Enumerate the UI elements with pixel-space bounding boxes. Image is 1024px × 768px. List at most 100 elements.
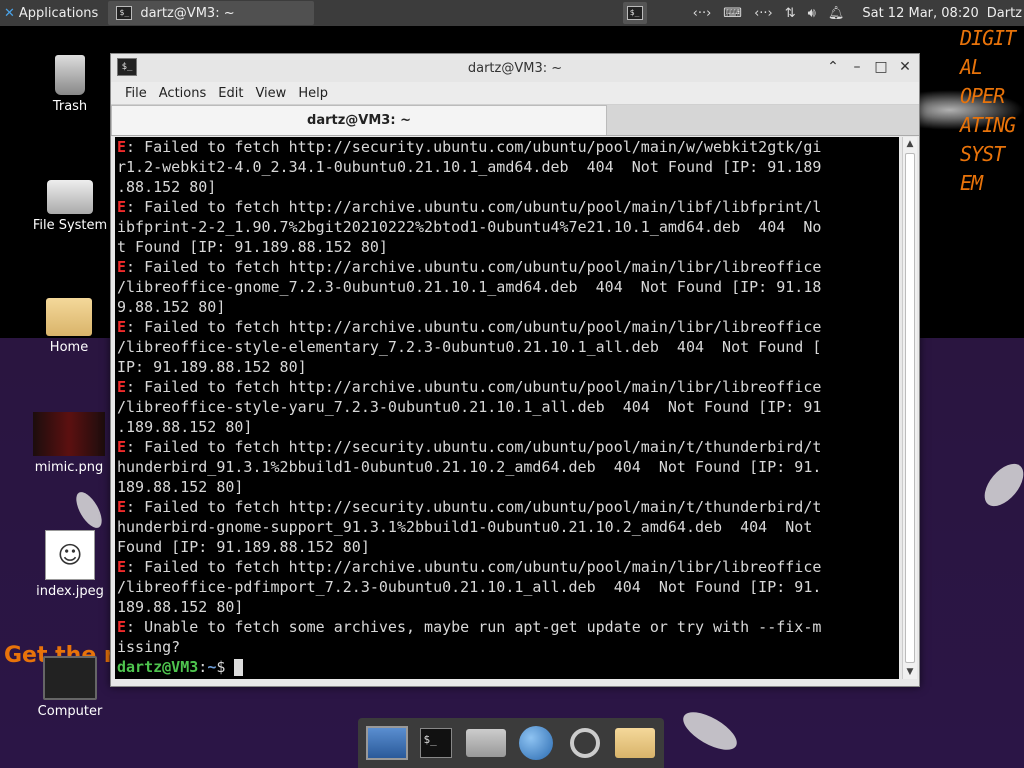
terminal-line: .189.88.152 80] xyxy=(117,417,897,437)
terminal-line-text: : Failed to fetch http://security.ubuntu… xyxy=(126,498,822,516)
terminal-line: E: Failed to fetch http://archive.ubuntu… xyxy=(117,377,897,397)
tab-bar: dartz@VM3: ~ xyxy=(111,105,919,136)
prompt-user: dartz@VM3 xyxy=(117,658,199,676)
terminal-line-text: /libreoffice-pdfimport_7.2.3-0ubuntu0.21… xyxy=(117,578,822,596)
close-button[interactable]: ✕ xyxy=(897,58,913,76)
minimize-button[interactable]: – xyxy=(849,58,865,76)
wallpaper-text: DIGIT AL OPER ATING SYST EM xyxy=(960,26,1016,195)
terminal-line-text: : Failed to fetch http://archive.ubuntu.… xyxy=(126,558,822,576)
terminal-launcher-button[interactable]: $_ xyxy=(622,2,647,24)
wallpaper-feather xyxy=(71,488,107,532)
terminal-line-text: r1.2-webkit2-4.0_2.34.1-0ubuntu0.21.10.1… xyxy=(117,158,822,176)
volume-icon[interactable]: 🔊︎ xyxy=(802,0,822,26)
error-marker: E xyxy=(117,498,127,516)
menu-file[interactable]: File xyxy=(119,86,153,101)
error-marker: E xyxy=(117,438,127,456)
home-folder-icon xyxy=(46,298,92,336)
terminal-icon: $_ xyxy=(626,6,643,20)
web-browser-icon xyxy=(518,726,553,760)
terminal-line-text: issing? xyxy=(117,638,181,656)
menu-view[interactable]: View xyxy=(249,86,292,101)
tab-terminal[interactable]: dartz@VM3: ~ xyxy=(111,105,607,135)
terminal-icon: $_ xyxy=(117,58,137,76)
terminal-line-text: : Failed to fetch http://security.ubuntu… xyxy=(126,438,822,456)
terminal-line: .88.152 80] xyxy=(117,177,897,197)
terminal-line-text: IP: 91.189.88.152 80] xyxy=(117,358,307,376)
desktop-icon-computer[interactable]: Computer xyxy=(25,656,115,719)
home-folder-icon xyxy=(466,729,507,757)
network-wired-icon[interactable]: ‹··› xyxy=(748,0,779,26)
folder-icon xyxy=(615,728,656,758)
dock: $_ xyxy=(358,718,664,768)
terminal-line: r1.2-webkit2-4.0_2.34.1-0ubuntu0.21.10.1… xyxy=(117,157,897,177)
clock[interactable]: Sat 12 Mar, 08:20 xyxy=(850,6,986,21)
terminal-line: IP: 91.189.88.152 80] xyxy=(117,357,897,377)
terminal-line-text: ibfprint-2-2_1.90.7%2bgit20210222%2btod1… xyxy=(117,218,822,236)
terminal-line: issing? xyxy=(117,637,897,657)
dock-item-web-browser[interactable] xyxy=(515,724,557,762)
terminal-line: /libreoffice-gnome_7.2.3-0ubuntu0.21.10.… xyxy=(117,277,897,297)
menu-actions[interactable]: Actions xyxy=(153,86,213,101)
terminal-line-text: hunderbird_91.3.1%2bbuild1-0ubuntu0.21.1… xyxy=(117,458,822,476)
terminal-line-text: .189.88.152 80] xyxy=(117,418,253,436)
terminal-line-text: 189.88.152 80] xyxy=(117,478,244,496)
scroll-down-arrow-icon[interactable]: ▼ xyxy=(903,665,917,679)
menu-help[interactable]: Help xyxy=(292,86,334,101)
screen-icon xyxy=(365,726,408,760)
xfce-logo-icon: ✕ xyxy=(4,5,15,21)
error-marker: E xyxy=(117,378,127,396)
window-title: dartz@VM3: ~ xyxy=(467,60,563,76)
terminal-line: /libreoffice-style-elementary_7.2.3-0ubu… xyxy=(117,337,897,357)
desktop-icon-mimic-png[interactable]: mimic.png xyxy=(24,412,114,475)
desktop-icon-index-jpeg[interactable]: ☺ index.jpeg xyxy=(25,530,115,599)
desktop-icon-label: Computer xyxy=(37,704,103,719)
terminal-line-text: : Unable to fetch some archives, maybe r… xyxy=(126,618,822,636)
terminal-line-text: : Failed to fetch http://archive.ubuntu.… xyxy=(126,378,822,396)
network-icon[interactable]: ‹··› xyxy=(687,0,718,26)
dock-item-file-manager[interactable] xyxy=(465,724,507,762)
terminal-line: E: Failed to fetch http://security.ubunt… xyxy=(117,497,897,517)
shade-button[interactable]: ⌃ xyxy=(825,58,841,76)
error-marker: E xyxy=(117,138,127,156)
desktop-icon-file-system[interactable]: File System xyxy=(25,180,115,233)
terminal-line: Found [IP: 91.189.88.152 80] xyxy=(117,537,897,557)
drive-icon xyxy=(47,180,93,214)
scroll-up-arrow-icon[interactable]: ▲ xyxy=(903,137,917,151)
terminal-output[interactable]: E: Failed to fetch http://security.ubunt… xyxy=(115,137,899,679)
applications-menu[interactable]: ✕ Applications xyxy=(0,0,104,26)
taskbar-item-terminal[interactable]: $_ dartz@VM3: ~ xyxy=(108,1,315,25)
user-menu[interactable]: Dartz xyxy=(987,6,1024,21)
terminal-line-text: .88.152 80] xyxy=(117,178,217,196)
maximize-button[interactable]: □ xyxy=(873,58,889,76)
terminal-line-text: : Failed to fetch http://archive.ubuntu.… xyxy=(126,258,822,276)
error-marker: E xyxy=(117,618,127,636)
dock-item-app-finder[interactable] xyxy=(564,724,606,762)
desktop-icon-trash[interactable]: Trash xyxy=(25,55,115,114)
terminal-line: /libreoffice-pdfimport_7.2.3-0ubuntu0.21… xyxy=(117,577,897,597)
prompt-line: dartz@VM3:~$ xyxy=(117,657,897,677)
desktop-icon-label: index.jpeg xyxy=(36,584,104,599)
terminal-icon: $_ xyxy=(116,6,133,20)
taskbar-item-label: dartz@VM3: ~ xyxy=(140,5,235,21)
image-thumbnail-icon xyxy=(33,412,105,456)
terminal-window: $_ dartz@VM3: ~ ⌃ – □ ✕ File Actions Edi… xyxy=(110,53,920,687)
keyboard-icon[interactable]: ⌨ xyxy=(717,0,748,26)
desktop-icon-home[interactable]: Home xyxy=(24,298,114,355)
scrollbar-thumb[interactable] xyxy=(905,153,915,663)
dock-item-folder[interactable] xyxy=(614,724,656,762)
terminal-line: E: Failed to fetch http://archive.ubuntu… xyxy=(117,197,897,217)
transfer-arrows-icon[interactable]: ⇅ xyxy=(779,0,802,26)
terminal-line: hunderbird_91.3.1%2bbuild1-0ubuntu0.21.1… xyxy=(117,457,897,477)
error-marker: E xyxy=(117,318,127,336)
dock-item-terminal[interactable]: $_ xyxy=(415,724,457,762)
prompt-symbol: $ xyxy=(216,658,235,676)
terminal-line: E: Unable to fetch some archives, maybe … xyxy=(117,617,897,637)
scrollbar[interactable]: ▲ ▼ xyxy=(902,137,917,679)
notification-bell-icon[interactable]: 🔔︎ xyxy=(822,0,851,26)
terminal-line: ibfprint-2-2_1.90.7%2bgit20210222%2btod1… xyxy=(117,217,897,237)
menu-edit[interactable]: Edit xyxy=(212,86,249,101)
terminal-line: 189.88.152 80] xyxy=(117,597,897,617)
prompt-path: ~ xyxy=(207,658,217,676)
dock-item-show-desktop[interactable] xyxy=(365,724,408,762)
window-titlebar[interactable]: $_ dartz@VM3: ~ ⌃ – □ ✕ xyxy=(111,54,919,82)
